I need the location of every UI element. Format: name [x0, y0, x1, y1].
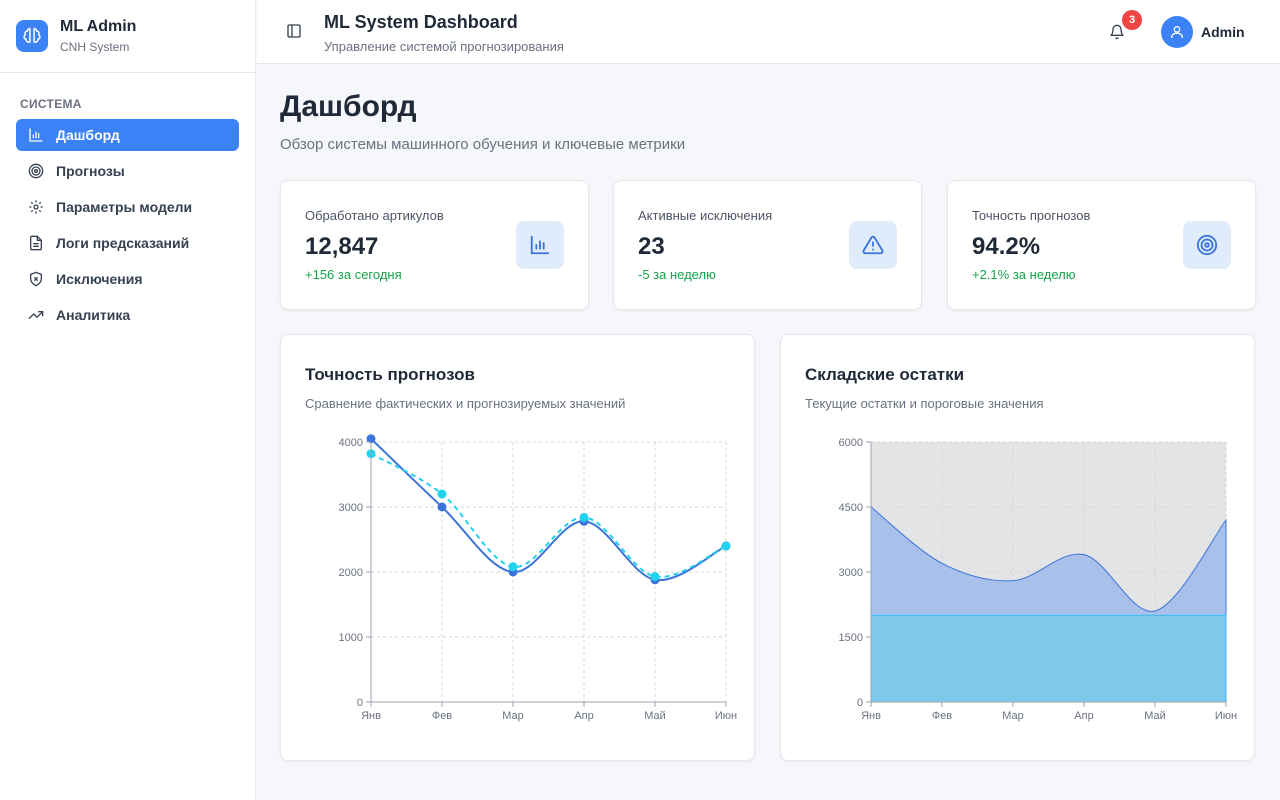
y-tick-label: 2000 [339, 567, 363, 579]
stat-value: 23 [638, 233, 665, 260]
sidebar-item-prediction-logs[interactable]: Логи предсказаний [16, 227, 239, 259]
sidebar-item-label: Прогнозы [56, 163, 125, 179]
user-icon [1161, 16, 1193, 48]
data-point [579, 512, 589, 522]
x-tick-label: Май [644, 710, 666, 722]
sidebar-item-analytics[interactable]: Аналитика [16, 299, 239, 331]
page-title: Дашборд [280, 90, 417, 123]
sidebar-nav: Система Дашборд Прогнозы Параметры модел… [0, 73, 255, 331]
x-tick-label: Май [1144, 710, 1166, 722]
target-icon [1183, 221, 1231, 269]
brand-subtitle: CNH System [60, 40, 130, 54]
file-text-icon [28, 235, 44, 251]
x-tick-label: Мар [1002, 710, 1024, 722]
x-tick-label: Фев [432, 710, 452, 722]
stat-delta: +2.1% за неделю [972, 267, 1076, 282]
y-tick-label: 4500 [839, 502, 863, 514]
sidebar-item-model-params[interactable]: Параметры модели [16, 191, 239, 223]
sidebar: ML Admin CNH System Система Дашборд Прог… [0, 0, 256, 800]
sidebar-item-label: Исключения [56, 271, 143, 287]
y-tick-label: 3000 [839, 567, 863, 579]
trending-up-icon [28, 307, 44, 323]
target-icon [28, 163, 44, 179]
sidebar-item-label: Параметры модели [56, 199, 193, 215]
sidebar-item-exceptions[interactable]: Исключения [16, 263, 239, 295]
stat-label: Обработано артикулов [305, 208, 444, 223]
x-tick-label: Апр [1074, 710, 1093, 722]
data-point [437, 502, 447, 512]
y-tick-label: 1000 [339, 632, 363, 644]
threshold-area [870, 614, 1227, 703]
sidebar-item-forecasts[interactable]: Прогнозы [16, 155, 239, 187]
stat-label: Активные исключения [638, 208, 773, 223]
nav-heading: Система [20, 97, 82, 111]
x-tick-label: Июн [715, 710, 737, 722]
sidebar-item-label: Дашборд [56, 127, 120, 143]
top-header: ML System Dashboard Управление системой … [257, 0, 1280, 64]
y-tick-label: 0 [857, 697, 863, 709]
y-tick-label: 3000 [339, 502, 363, 514]
y-tick-label: 0 [357, 697, 363, 709]
x-tick-label: Янв [361, 710, 381, 722]
shield-x-icon [28, 271, 44, 287]
bar-chart-icon [28, 127, 44, 143]
data-point [508, 562, 518, 572]
x-tick-label: Мар [502, 710, 524, 722]
header-title: ML System Dashboard [324, 12, 518, 32]
series-line [370, 438, 727, 582]
stat-value: 94.2% [972, 233, 1041, 260]
sidebar-item-label: Аналитика [56, 307, 131, 323]
x-tick-label: Июн [1215, 710, 1237, 722]
stat-card-accuracy: Точность прогнозов 94.2% +2.1% за неделю [947, 180, 1256, 310]
y-tick-label: 1500 [839, 632, 863, 644]
stock-area-chart: 0 1500 3000 4500 6000 Янв Фев Мар Апр Май Июн [839, 437, 1238, 722]
data-point [650, 572, 660, 582]
stat-label: Точность прогнозов [972, 208, 1091, 223]
user-name: Admin [1201, 24, 1245, 40]
brand-title: ML Admin [60, 18, 137, 35]
sidebar-item-dashboard[interactable]: Дашборд [16, 119, 239, 151]
x-tick-label: Фев [932, 710, 952, 722]
series-line [370, 452, 727, 578]
notification-badge: 3 [1122, 10, 1142, 30]
stat-card-processed: Обработано артикулов 12,847 +156 за сего… [280, 180, 589, 310]
header-subtitle: Управление системой прогнозирования [324, 39, 564, 54]
sidebar-item-label: Логи предсказаний [56, 235, 190, 251]
bar-chart-icon [516, 221, 564, 269]
page-subtitle: Обзор системы машинного обучения и ключе… [280, 136, 686, 153]
warning-triangle-icon [849, 221, 897, 269]
user-menu[interactable]: Admin [1161, 16, 1245, 48]
gear-icon [28, 199, 44, 215]
stat-value: 12,847 [305, 233, 379, 260]
y-tick-label: 6000 [839, 437, 863, 449]
stat-delta: +156 за сегодня [305, 267, 402, 282]
brand: ML Admin CNH System [0, 0, 255, 73]
x-tick-label: Апр [574, 710, 593, 722]
data-point [721, 541, 731, 551]
data-point [437, 489, 447, 499]
stat-delta: -5 за неделю [638, 267, 716, 282]
y-tick-label: 4000 [339, 437, 363, 449]
accuracy-line-chart: 0 1000 2000 3000 4000 Янв Фев Мар Апр Май Июн [339, 434, 737, 722]
sidebar-toggle-icon[interactable] [283, 20, 305, 42]
x-tick-label: Янв [861, 710, 881, 722]
brain-icon [16, 20, 48, 52]
stat-card-exceptions: Активные исключения 23 -5 за неделю [613, 180, 922, 310]
chart-card-accuracy: Точность прогнозов Сравнение фактических… [280, 334, 755, 761]
chart-card-stock: Складские остатки Текущие остатки и поро… [780, 334, 1255, 761]
